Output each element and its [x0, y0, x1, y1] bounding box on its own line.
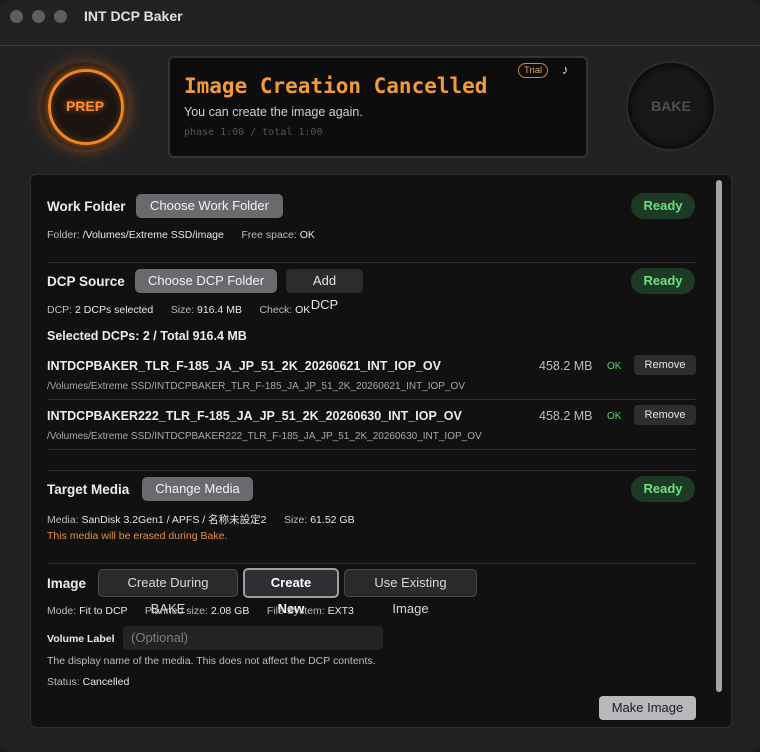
minimize-window-button[interactable]	[32, 10, 45, 23]
prep-button[interactable]: PREP	[42, 63, 128, 149]
volume-label-input[interactable]: (Optional)	[123, 626, 383, 650]
music-note-icon[interactable]: ♪	[562, 62, 569, 77]
volume-label-title: Volume Label	[47, 633, 115, 645]
erase-warning: This media will be erased during Bake.	[47, 530, 228, 542]
target-media-status-badge: Ready	[631, 476, 695, 502]
selected-dcps-summary: Selected DCPs: 2 / Total 916.4 MB	[47, 329, 247, 343]
prep-label: PREP	[65, 98, 105, 114]
work-folder-info: Folder: /Volumes/Extreme SSD/image Free …	[47, 229, 315, 241]
dcp-item-size: 458.2 MB	[539, 409, 593, 423]
divider	[47, 399, 697, 400]
window-title: INT DCP Baker	[84, 8, 183, 24]
zoom-window-button[interactable]	[54, 10, 67, 23]
display-phase: phase 1:00 / total 1:00	[184, 127, 323, 138]
divider	[47, 470, 697, 471]
image-status: Status: Cancelled	[47, 676, 130, 688]
use-existing-image-button[interactable]: Use Existing Image	[344, 569, 477, 616]
target-media-label: Target Media	[47, 482, 130, 497]
dcp-source-info: DCP: 2 DCPs selected Size: 916.4 MB Chec…	[47, 304, 311, 316]
dcp-source-label: DCP Source	[47, 274, 125, 289]
choose-work-folder-button[interactable]: Choose Work Folder	[136, 194, 283, 218]
divider	[47, 449, 697, 450]
target-media-info: Media: SanDisk 3.2Gen1 / APFS / 名称未設定2 S…	[47, 514, 355, 526]
choose-dcp-folder-button[interactable]: Choose DCP Folder	[135, 269, 277, 293]
bake-button[interactable]: BAKE	[628, 63, 714, 149]
create-new-button[interactable]: Create New	[243, 568, 339, 616]
dcp-item-name: INTDCPBAKER_TLR_F-185_JA_JP_51_2K_202606…	[47, 359, 441, 373]
dcp-item-check: OK	[607, 361, 622, 372]
dcp-item-size: 458.2 MB	[539, 359, 593, 373]
display-subtitle: You can create the image again.	[184, 105, 363, 119]
scrollbar[interactable]	[716, 180, 722, 692]
dcp-item-check: OK	[607, 411, 622, 422]
divider	[47, 262, 697, 263]
trial-badge: Trial	[518, 63, 549, 78]
title-bar: INT DCP Baker	[0, 0, 760, 34]
dcp-item-path: /Volumes/Extreme SSD/INTDCPBAKER222_TLR_…	[47, 431, 482, 442]
dcp-item-name: INTDCPBAKER222_TLR_F-185_JA_JP_51_2K_202…	[47, 409, 462, 423]
close-window-button[interactable]	[10, 10, 23, 23]
bake-label: BAKE	[651, 98, 691, 114]
work-folder-label: Work Folder	[47, 199, 126, 214]
display-title: Image Creation Cancelled	[184, 74, 488, 98]
remove-dcp-button[interactable]: Remove	[634, 355, 696, 375]
title-separator	[0, 45, 760, 46]
change-media-button[interactable]: Change Media	[142, 477, 253, 501]
add-dcp-button[interactable]: Add DCP	[286, 269, 363, 312]
make-image-button[interactable]: Make Image	[599, 696, 696, 720]
image-label: Image	[47, 576, 87, 591]
dcp-source-status-badge: Ready	[631, 268, 695, 294]
remove-dcp-button[interactable]: Remove	[634, 405, 696, 425]
settings-panel: Work Folder Choose Work Folder Ready Fol…	[30, 174, 732, 728]
app-window: INT DCP Baker PREP Image Creation Cancel…	[0, 0, 760, 752]
create-during-bake-button[interactable]: Create During BAKE	[98, 569, 238, 616]
volume-label-help: The display name of the media. This does…	[47, 655, 376, 667]
divider	[47, 563, 697, 564]
status-display: Image Creation Cancelled You can create …	[168, 56, 588, 158]
dcp-item-path: /Volumes/Extreme SSD/INTDCPBAKER_TLR_F-1…	[47, 381, 465, 392]
work-folder-status-badge: Ready	[631, 193, 695, 219]
image-info: Mode: Fit to DCP Planned size: 2.08 GB F…	[47, 605, 354, 617]
